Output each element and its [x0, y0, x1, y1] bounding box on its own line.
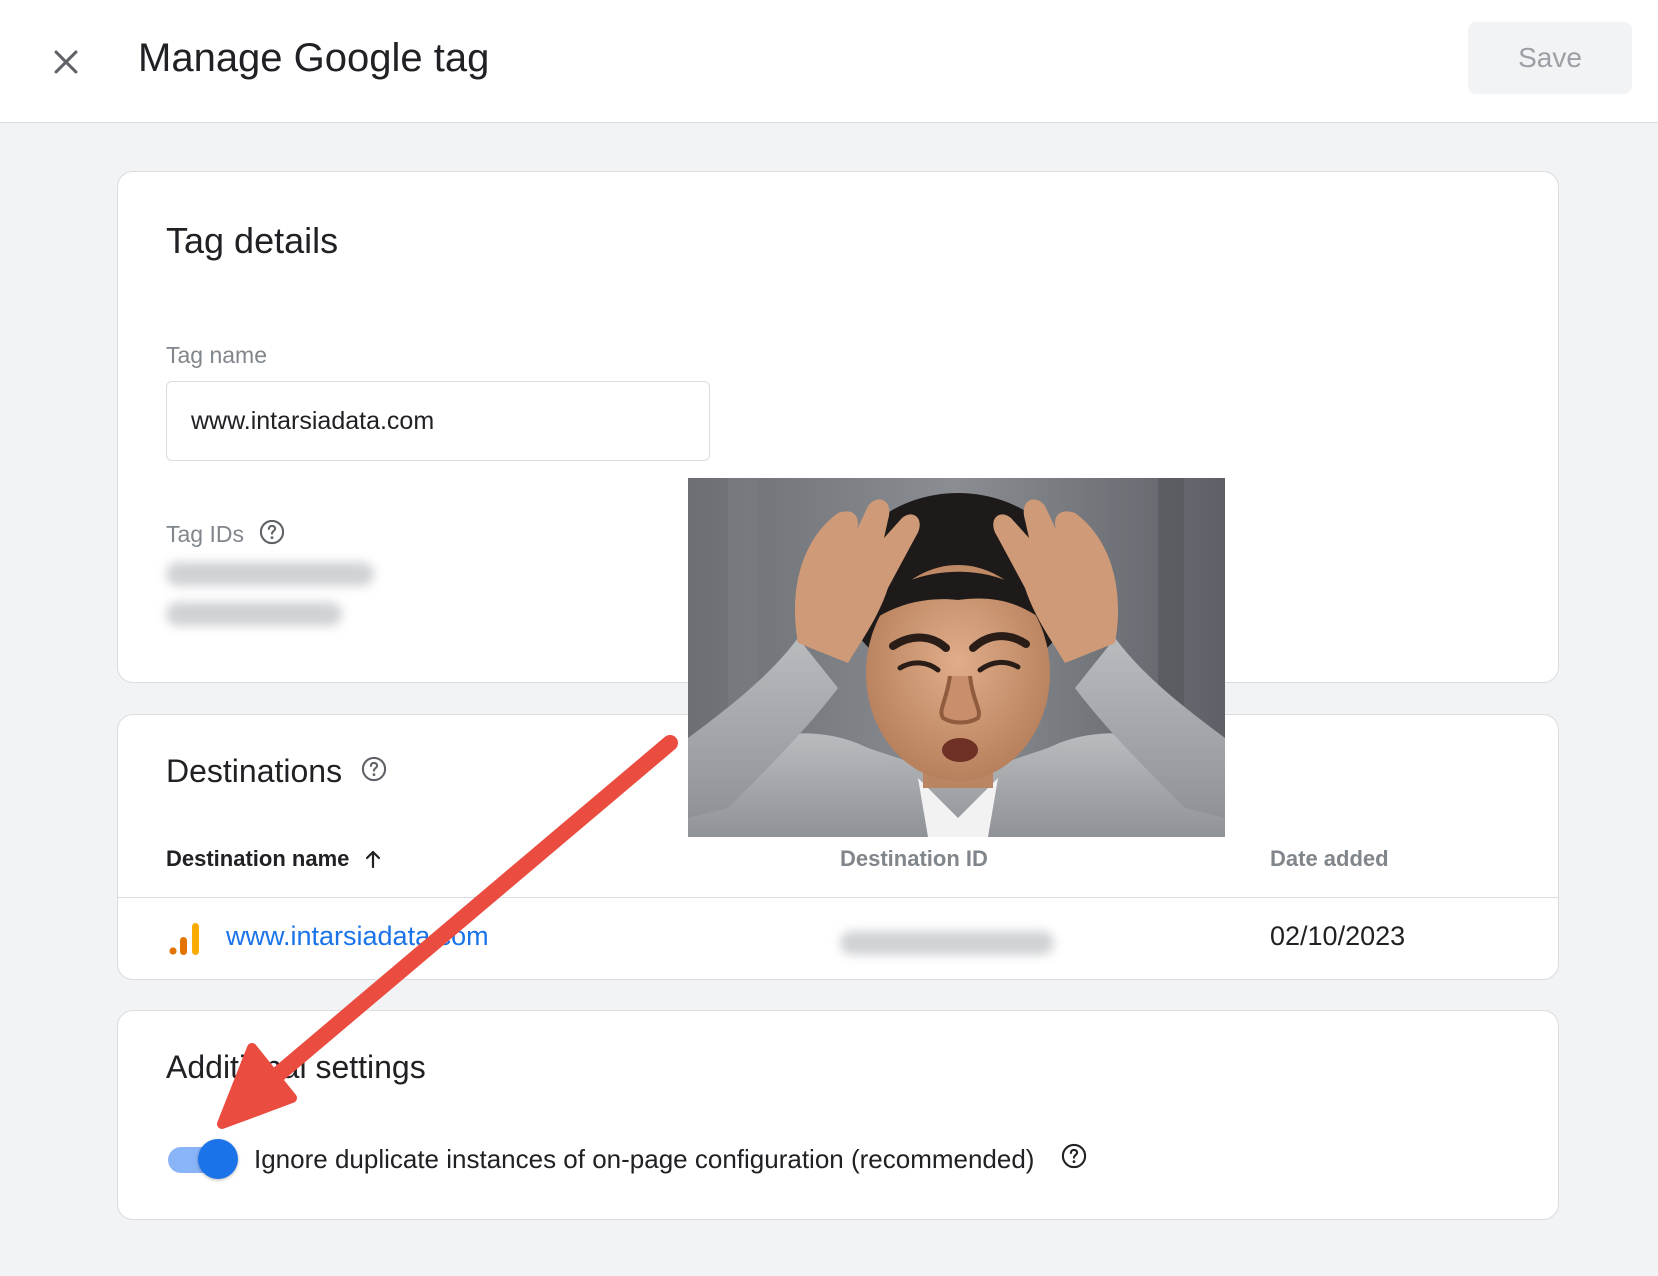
help-icon-svg — [259, 519, 285, 545]
tag-id-redacted-2 — [166, 602, 342, 626]
additional-settings-card: Additional settings Ignore duplicate ins… — [117, 1010, 1559, 1220]
ignore-duplicates-toggle[interactable] — [166, 1139, 238, 1179]
tag-name-label: Tag name — [166, 342, 268, 368]
help-icon[interactable] — [1060, 1142, 1088, 1177]
close-icon — [54, 50, 78, 74]
sort-arrow-up-icon — [366, 850, 381, 869]
toggle-label-row: Ignore duplicate instances of on-page co… — [254, 1142, 1088, 1177]
destinations-title: Destinations — [166, 753, 343, 789]
close-button[interactable] — [42, 38, 90, 86]
page-title: Manage Google tag — [138, 36, 490, 80]
table-divider — [118, 897, 1558, 898]
additional-settings-title: Additional settings — [166, 1049, 426, 1085]
analytics-icon — [169, 923, 199, 955]
help-icon[interactable] — [258, 518, 286, 551]
column-header-destination-id[interactable]: Destination ID — [840, 846, 988, 872]
toggle-label: Ignore duplicate instances of on-page co… — [254, 1144, 1035, 1174]
tag-ids-label-row: Tag IDs — [166, 518, 286, 551]
tag-details-title: Tag details — [166, 220, 339, 261]
tag-id-redacted-1 — [166, 562, 374, 586]
destinations-title-row: Destinations — [166, 753, 388, 790]
save-button[interactable]: Save — [1468, 22, 1632, 94]
column-header-destination-name[interactable]: Destination name — [166, 846, 385, 872]
date-added-cell: 02/10/2023 — [1270, 921, 1406, 951]
help-icon-svg — [1062, 1143, 1087, 1169]
help-icon[interactable] — [360, 755, 388, 788]
tag-name-input[interactable] — [166, 381, 710, 461]
toggle-thumb — [198, 1139, 238, 1179]
confused-man-illustration — [688, 478, 1225, 837]
tag-ids-label: Tag IDs — [166, 521, 244, 547]
destination-link[interactable]: www.intarsiadata.com — [226, 921, 489, 952]
help-icon-svg — [361, 756, 387, 782]
destination-id-redacted — [840, 931, 1054, 955]
column-header-date-added[interactable]: Date added — [1270, 846, 1389, 872]
top-bar: Manage Google tag Save — [0, 0, 1658, 123]
confused-man-photo — [688, 478, 1225, 837]
column-header-destination-name-label: Destination name — [166, 846, 350, 871]
